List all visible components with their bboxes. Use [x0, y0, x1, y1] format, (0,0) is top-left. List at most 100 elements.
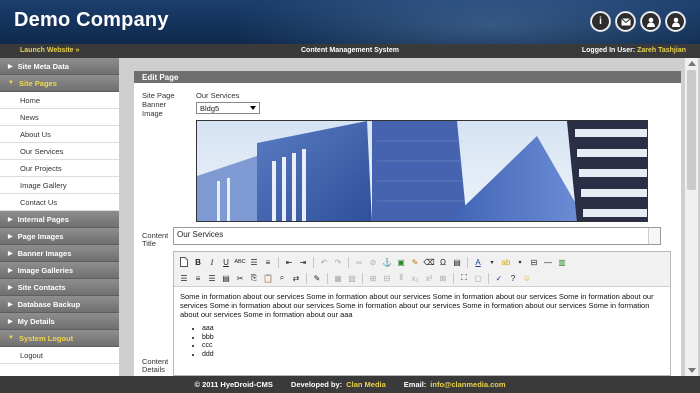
align-center-icon[interactable]: ≡	[192, 272, 204, 284]
footer-bar: © 2011 HyeDroid-CMS Developed by: Clan M…	[0, 376, 700, 393]
sidebar-subitem-about-us[interactable]: About Us	[0, 126, 119, 143]
sidebar-item-site-pages[interactable]: ▼ Site Pages	[0, 75, 119, 92]
dropdown-arrow-icon[interactable]: ▾	[486, 256, 498, 268]
omega-icon[interactable]: Ω	[437, 256, 449, 268]
banner-image-select[interactable]: Bldg5	[196, 102, 260, 114]
sidebar-item-my-details[interactable]: ▶ My Details	[0, 313, 119, 330]
sidebar-item-image-galleries[interactable]: ▶ Image Galleries	[0, 262, 119, 279]
sidebar-item-site-contacts[interactable]: ▶ Site Contacts	[0, 279, 119, 296]
anchor-icon[interactable]: ⚓	[381, 256, 393, 268]
spellcheck-icon[interactable]: ✓	[493, 272, 505, 284]
sidebar-item-site-meta-data[interactable]: ▶ Site Meta Data	[0, 58, 119, 75]
sidebar-subitem-our-projects[interactable]: Our Projects	[0, 160, 119, 177]
site-page-label: Site Page	[142, 91, 175, 100]
align-justify-icon[interactable]: ▤	[220, 272, 232, 284]
table-props-icon[interactable]: ▧	[346, 272, 358, 284]
image-icon[interactable]: ▣	[395, 256, 407, 268]
eraser-icon[interactable]: ⌫	[423, 256, 435, 268]
strikethrough-icon[interactable]: ABC	[234, 256, 246, 268]
replace-icon[interactable]: ⇄	[290, 272, 302, 284]
sidebar-subitem-logout[interactable]: Logout	[0, 347, 119, 364]
sidebar-subitem-contact-us[interactable]: Contact Us	[0, 194, 119, 211]
unlink-icon[interactable]: ⊘	[367, 256, 379, 268]
redo-icon[interactable]: ↷	[332, 256, 344, 268]
toolbar-divider	[278, 256, 279, 268]
bold-icon[interactable]: B	[192, 256, 204, 268]
sidebar-item-internal-pages[interactable]: ▶ Internal Pages	[0, 211, 119, 228]
delete-row-icon[interactable]: ⊟	[381, 272, 393, 284]
copyright-text: © 2011 HyeDroid-CMS	[194, 380, 273, 389]
new-document-icon[interactable]	[178, 256, 190, 268]
scroll-down-arrow-icon[interactable]	[688, 368, 696, 373]
italic-icon[interactable]: I	[206, 256, 218, 268]
scroll-up-arrow-icon[interactable]	[688, 61, 696, 66]
sidebar-subitem-image-gallery[interactable]: Image Gallery	[0, 177, 119, 194]
mail-icon[interactable]	[615, 11, 636, 32]
insert-col-icon[interactable]: ⫴	[395, 272, 407, 284]
logout-user-icon[interactable]	[665, 11, 686, 32]
sidebar-subitem-home[interactable]: Home	[0, 92, 119, 109]
developer-link[interactable]: Clan Media	[346, 380, 386, 389]
html-source-icon[interactable]: ▤	[451, 256, 463, 268]
align-left-icon[interactable]: ☰	[178, 272, 190, 284]
developed-by-label: Developed by:	[290, 380, 343, 389]
subscript-icon[interactable]: x₂	[409, 272, 421, 284]
scrollbar-thumb[interactable]	[687, 70, 696, 190]
preview-icon[interactable]: ▢	[472, 272, 484, 284]
logged-in-label: Logged In User:	[581, 47, 636, 54]
sidebar-item-database-backup[interactable]: ▶ Database Backup	[0, 296, 119, 313]
toolbar-divider	[327, 272, 328, 284]
remove-format-icon[interactable]: ⊟	[528, 256, 540, 268]
email-link[interactable]: info@clanmedia.com	[430, 380, 505, 389]
sidebar-subitem-our-services[interactable]: Our Services	[0, 143, 119, 160]
dropdown-arrow-icon[interactable]: ▾	[514, 256, 526, 268]
edit-icon[interactable]: ✎	[311, 272, 323, 284]
toolbar-divider	[488, 272, 489, 284]
toolbar-divider	[313, 256, 314, 268]
horizontal-rule-icon[interactable]: —	[542, 256, 554, 268]
info-icon[interactable]: i	[590, 11, 611, 32]
sidebar-item-page-images[interactable]: ▶ Page Images	[0, 228, 119, 245]
insert-row-icon[interactable]: ⊞	[367, 272, 379, 284]
content-title-label-line2: Title	[142, 239, 156, 248]
help-icon[interactable]: ?	[507, 272, 519, 284]
content-title-input[interactable]: Our Services	[173, 227, 661, 245]
align-right-icon[interactable]: ☰	[206, 272, 218, 284]
header-icon-group: i	[590, 11, 686, 32]
logged-in-username: Zareh Tashjian	[637, 47, 686, 54]
sidebar-subitem-news[interactable]: News	[0, 109, 119, 126]
toolbar-divider	[453, 272, 454, 284]
input-resize-grip[interactable]	[648, 228, 660, 244]
table-icon[interactable]: ▦	[332, 272, 344, 284]
bullet-list-icon[interactable]: ☰	[248, 256, 260, 268]
outdent-icon[interactable]: ⇤	[283, 256, 295, 268]
paste-icon[interactable]: 📋	[262, 272, 274, 284]
link-icon[interactable]: ∞	[353, 256, 365, 268]
text-color-icon[interactable]: A	[472, 256, 484, 268]
rich-text-editor[interactable]: B I U ABC ☰ ≡ ⇤ ⇥ ↶ ↷ ∞ ⊘ ⚓ ▣ ✎ ⌫ Ω ▤ A …	[173, 251, 671, 376]
user-icon[interactable]	[640, 11, 661, 32]
media-icon[interactable]: ▥	[556, 256, 568, 268]
superscript-icon[interactable]: x²	[423, 272, 435, 284]
editor-content[interactable]: Some in formation about our services Som…	[180, 292, 664, 359]
numbered-list-icon[interactable]: ≡	[262, 256, 274, 268]
undo-icon[interactable]: ↶	[318, 256, 330, 268]
highlight-color-icon[interactable]: ab	[500, 256, 512, 268]
split-cells-icon[interactable]: ⊠	[437, 272, 449, 284]
toolbar-divider	[306, 272, 307, 284]
expand-arrow-icon: ▶	[8, 250, 13, 257]
collapse-arrow-icon: ▼	[8, 335, 14, 341]
cleanup-icon[interactable]: ✎	[409, 256, 421, 268]
cut-icon[interactable]: ✂	[234, 272, 246, 284]
sidebar-item-system-logout[interactable]: ▼ System Logout	[0, 330, 119, 347]
page-scrollbar[interactable]	[684, 58, 698, 376]
underline-icon[interactable]: U	[220, 256, 232, 268]
panel-title: Edit Page	[134, 71, 681, 83]
copy-icon[interactable]: ⎘	[248, 272, 260, 284]
find-icon[interactable]: ⌕	[276, 272, 288, 284]
toolbar-divider	[362, 272, 363, 284]
indent-icon[interactable]: ⇥	[297, 256, 309, 268]
emoticon-icon[interactable]: ☺	[521, 272, 533, 284]
fullscreen-icon[interactable]: ⛶	[458, 272, 470, 284]
sidebar-item-banner-images[interactable]: ▶ Banner Images	[0, 245, 119, 262]
